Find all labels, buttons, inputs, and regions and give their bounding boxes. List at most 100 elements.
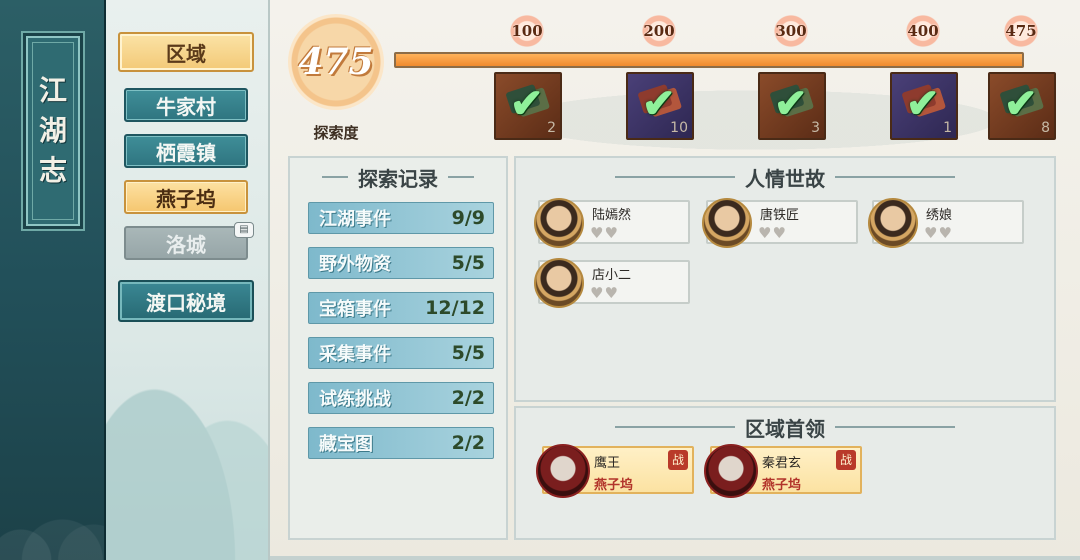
npc-avatar: [534, 198, 584, 248]
exploration-record-panel: 探索记录 江湖事件 9/9 野外物资 5/5 宝箱事件 12/12 采集事件 5…: [288, 156, 508, 540]
record-value: 2/2: [451, 432, 485, 454]
divider: [448, 176, 474, 178]
milestone-reward-chest[interactable]: ✔ 2: [494, 72, 562, 140]
milestone-lantern: 400: [905, 14, 941, 48]
record-row: 试练挑战 2/2: [308, 382, 494, 414]
region-boss-panel: 区域首领 鹰王 燕子坞 战 秦君玄 燕子坞 战: [514, 406, 1056, 540]
record-row: 江湖事件 9/9: [308, 202, 494, 234]
record-label: 野外物资: [319, 254, 391, 275]
milestone-reward-chest[interactable]: ✔ 8: [988, 72, 1056, 140]
record-value: 5/5: [451, 342, 485, 364]
checkmark-icon: ✔: [642, 80, 676, 127]
npc-avatar: [702, 198, 752, 248]
mountain-decoration: [106, 320, 268, 560]
record-row: 采集事件 5/5: [308, 337, 494, 369]
milestone-lantern: 200: [641, 14, 677, 48]
reward-count: 8: [1041, 120, 1050, 136]
record-row: 野外物资 5/5: [308, 247, 494, 279]
record-value: 2/2: [451, 387, 485, 409]
record-row: 藏宝图 2/2: [308, 427, 494, 459]
boss-avatar: [704, 444, 758, 498]
milestone-lantern: 475: [1003, 14, 1039, 48]
exploration-score-medallion: 475: [288, 14, 384, 110]
divider: [615, 426, 735, 428]
npc-name: 唐铁匠: [760, 208, 800, 223]
record-label: 藏宝图: [319, 434, 373, 455]
region-item-label: 洛城: [166, 232, 206, 257]
boss-avatar: [536, 444, 590, 498]
npc-avatar: [868, 198, 918, 248]
exploration-progress-fill: [396, 54, 1022, 66]
special-region-button[interactable]: 渡口秘境: [118, 280, 254, 322]
region-item-qixiazhen[interactable]: 栖霞镇: [124, 134, 248, 168]
title-char: 湖: [38, 114, 67, 147]
checkmark-icon: ✔: [1004, 80, 1038, 127]
region-header: 区域: [118, 32, 254, 72]
main-panel: 475 探索度 100 200 300 400 475 ✔ 2 ✔ 10 ✔ 3…: [268, 0, 1080, 560]
record-label: 采集事件: [319, 344, 391, 365]
boss-location: 燕子坞: [594, 478, 634, 493]
wave-decoration: [0, 400, 104, 560]
checkmark-icon: ✔: [510, 80, 544, 127]
milestone-reward-chest[interactable]: ✔ 10: [626, 72, 694, 140]
panel-heading: 区域首领: [516, 412, 1054, 442]
records-title: 探索记录: [358, 166, 438, 191]
record-value: 9/9: [451, 207, 485, 229]
npc-card[interactable]: 店小二 ♥♥: [534, 258, 690, 308]
region-item-label: 栖霞镇: [156, 140, 216, 165]
region-item-luocheng[interactable]: 洛城 ▤: [124, 222, 254, 260]
checkmark-icon: ✔: [774, 80, 808, 127]
panel-heading: 人情世故: [516, 162, 1054, 192]
divider: [835, 426, 955, 428]
record-value: 12/12: [425, 297, 485, 319]
region-item-label: 牛家村: [156, 94, 216, 119]
milestone-reward-chest[interactable]: ✔ 3: [758, 72, 826, 140]
boss-card[interactable]: 秦君玄 燕子坞 战: [704, 444, 862, 498]
heart-icon: ♥♥: [590, 224, 619, 242]
milestone-reward-chest[interactable]: ✔ 1: [890, 72, 958, 140]
npc-card[interactable]: 唐铁匠 ♥♥: [702, 198, 858, 248]
bottom-edge: [270, 556, 1080, 560]
boss-name: 鹰王: [594, 456, 621, 471]
npc-card[interactable]: 绣娘 ♥♥: [868, 198, 1024, 248]
region-item-label: 燕子坞: [156, 186, 216, 211]
npc-card[interactable]: 陆嫣然 ♥♥: [534, 198, 690, 248]
npc-name: 绣娘: [926, 208, 953, 223]
boss-card[interactable]: 鹰王 燕子坞 战: [536, 444, 694, 498]
exploration-score: 475: [298, 41, 374, 83]
bosses-title: 区域首领: [745, 416, 825, 441]
divider: [322, 176, 348, 178]
record-row: 宝箱事件 12/12: [308, 292, 494, 324]
reward-count: 2: [547, 120, 556, 136]
battle-icon: 战: [668, 450, 688, 470]
heart-icon: ♥♥: [758, 224, 787, 242]
heart-icon: ♥♥: [924, 224, 953, 242]
divider: [615, 176, 735, 178]
record-label: 江湖事件: [319, 209, 391, 230]
region-sidebar: 区域 牛家村 栖霞镇 燕子坞 洛城 ▤ 渡口秘境: [106, 0, 268, 560]
exploration-label: 探索度: [313, 124, 359, 142]
exploration-progress-bar: [394, 52, 1024, 68]
npc-name: 陆嫣然: [592, 208, 632, 223]
boss-name: 秦君玄: [762, 456, 802, 471]
title-char: 江: [38, 74, 67, 107]
divider: [835, 176, 955, 178]
lock-icon: ▤: [234, 222, 254, 238]
title-sidebar: 江 湖 志: [0, 0, 106, 560]
npc-name: 店小二: [592, 268, 632, 283]
panel-heading: 探索记录: [290, 162, 506, 192]
reward-count: 3: [811, 120, 820, 136]
title-char: 志: [38, 154, 67, 187]
region-item-yanziwu[interactable]: 燕子坞: [124, 180, 248, 214]
reward-count: 1: [943, 120, 952, 136]
heart-icon: ♥♥: [590, 284, 619, 302]
milestone-lantern: 100: [509, 14, 545, 48]
record-label: 试练挑战: [319, 389, 391, 410]
special-region-label: 渡口秘境: [146, 290, 226, 315]
milestone-lantern: 300: [773, 14, 809, 48]
boss-location: 燕子坞: [762, 478, 802, 493]
reward-count: 10: [670, 120, 688, 136]
record-label: 宝箱事件: [319, 299, 391, 320]
region-item-niujiacun[interactable]: 牛家村: [124, 88, 248, 122]
npc-avatar: [534, 258, 584, 308]
